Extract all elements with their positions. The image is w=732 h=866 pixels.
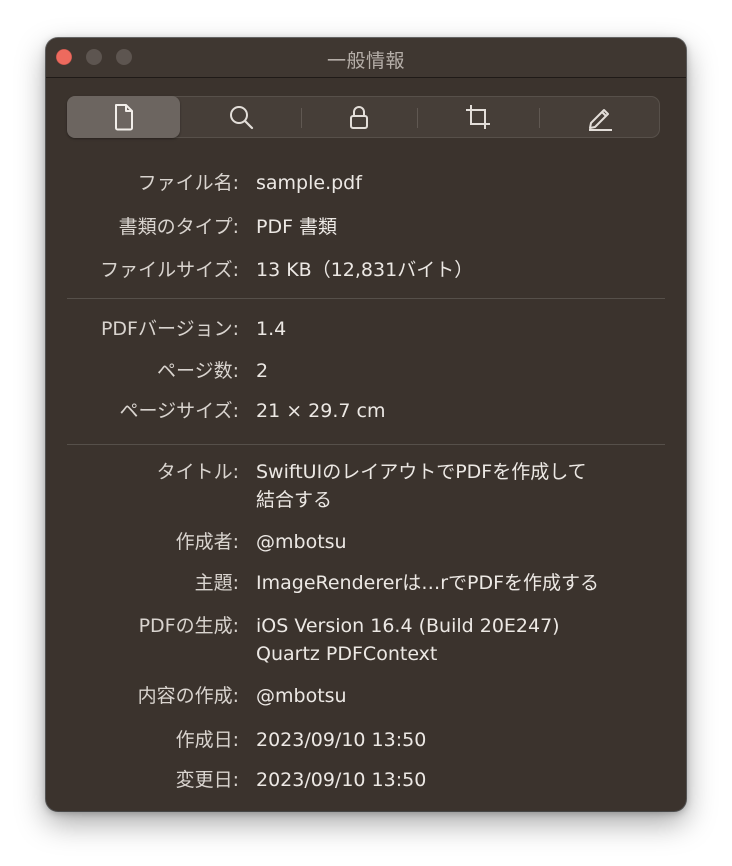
page-count-label: ページ数: (156, 360, 239, 382)
pdf-version-value: 1.4 (256, 318, 287, 340)
title-value-line2: 結合する (256, 489, 333, 511)
page-size-label: ページサイズ: (119, 400, 239, 422)
section-divider (67, 444, 665, 445)
creator-value: @mbotsu (256, 685, 347, 707)
tab-crop[interactable] (418, 96, 538, 138)
tab-annotate[interactable] (540, 96, 660, 138)
author-row: 作成者: @mbotsu (46, 528, 686, 560)
file-size-row: ファイルサイズ: 13 KB（12,831バイト） (46, 256, 686, 288)
file-name-label: ファイル名: (137, 172, 239, 194)
file-size-label: ファイルサイズ: (100, 259, 239, 281)
created-date-row: 作成日: 2023/09/10 13:50 (46, 726, 686, 758)
modified-date-label: 変更日: (175, 769, 239, 791)
subject-value: ImageRendererは…rでPDFを作成する (256, 572, 600, 594)
page-size-row: ページサイズ: 21 × 29.7 cm (46, 397, 686, 429)
search-icon (228, 104, 254, 130)
file-size-value: 13 KB（12,831バイト） (256, 259, 474, 281)
producer-row-continued: Quartz PDFContext (46, 640, 686, 672)
inspector-tab-bar (67, 96, 660, 138)
page-count-value: 2 (256, 360, 269, 382)
file-name-value: sample.pdf (256, 172, 362, 194)
producer-value-line2: Quartz PDFContext (256, 643, 438, 665)
title-bar[interactable]: 一般情報 (46, 38, 686, 78)
author-value: @mbotsu (256, 531, 347, 553)
window-title: 一般情報 (326, 50, 405, 72)
created-date-value: 2023/09/10 13:50 (256, 729, 427, 751)
subject-row: 主題: ImageRendererは…rでPDFを作成する (46, 569, 686, 601)
modified-date-row: 変更日: 2023/09/10 13:50 (46, 766, 686, 798)
producer-label: PDFの生成: (138, 615, 239, 637)
doc-type-label: 書類のタイプ: (118, 216, 239, 238)
creator-label: 内容の作成: (137, 685, 239, 707)
modified-date-value: 2023/09/10 13:50 (256, 769, 427, 791)
creator-row: 内容の作成: @mbotsu (46, 682, 686, 714)
tab-security[interactable] (302, 96, 416, 138)
title-label: タイトル: (156, 461, 239, 483)
info-window: 一般情報 ファイル名: sample.pdf 書類のタイプ: PDF 書類 ファ… (46, 38, 686, 811)
tab-search[interactable] (183, 96, 299, 138)
document-icon (112, 103, 136, 131)
producer-value-line1: iOS Version 16.4 (Build 20E247) (256, 615, 560, 637)
page-count-row: ページ数: 2 (46, 357, 686, 389)
doc-type-row: 書類のタイプ: PDF 書類 (46, 213, 686, 245)
pdf-version-label: PDFバージョン: (100, 318, 239, 340)
pdf-version-row: PDFバージョン: 1.4 (46, 315, 686, 347)
pencil-icon (586, 103, 614, 131)
page-size-value: 21 × 29.7 cm (256, 400, 386, 422)
lock-icon (349, 104, 369, 130)
author-label: 作成者: (175, 531, 239, 553)
doc-type-value: PDF 書類 (256, 216, 338, 238)
title-value-line1: SwiftUIのレイアウトでPDFを作成して (256, 461, 587, 483)
section-divider (67, 298, 665, 299)
created-date-label: 作成日: (175, 729, 239, 751)
crop-icon (464, 103, 492, 131)
tab-general[interactable] (67, 96, 180, 138)
file-name-row: ファイル名: sample.pdf (46, 169, 686, 201)
subject-label: 主題: (194, 572, 239, 594)
title-row-continued: 結合する (46, 486, 686, 518)
